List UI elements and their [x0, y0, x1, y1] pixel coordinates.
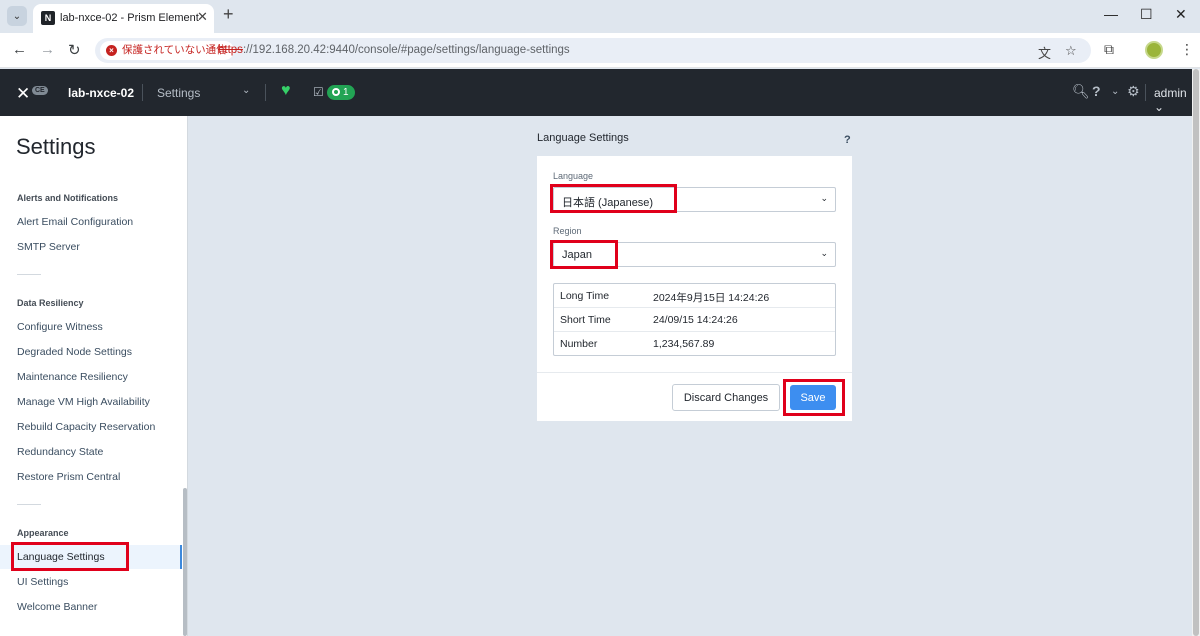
sidebar-divider: [17, 504, 41, 505]
page-title: Settings: [16, 134, 96, 159]
sidebar-group-alerts: Alerts and Notifications: [17, 193, 119, 203]
sidebar-item-ui-settings[interactable]: UI Settings: [0, 570, 182, 594]
health-heart-icon[interactable]: ♥: [281, 82, 291, 100]
browser-tab[interactable]: N lab-nxce-02 - Prism Element ✕: [33, 4, 214, 33]
sidebar-item-rebuild-capacity-reservation[interactable]: Rebuild Capacity Reservation: [0, 415, 182, 439]
star-icon[interactable]: ☆: [1065, 43, 1077, 59]
prism-header: ✕ CE lab-nxce-02 Settings ⌄ ♥ ☑ 1 🔍︎ ? ⌄…: [0, 69, 1192, 116]
task-count: 1: [343, 87, 349, 98]
reload-icon[interactable]: ↻: [68, 41, 81, 59]
browser-toolbar: ← → ↻ × 保護されていない通信 https://192.168.20.42…: [0, 33, 1200, 68]
avatar[interactable]: [1145, 41, 1163, 59]
address-bar[interactable]: × 保護されていない通信 https://192.168.20.42:9440/…: [95, 38, 1091, 63]
help-chevron-down-icon[interactable]: ⌄: [1111, 86, 1119, 97]
cluster-name[interactable]: lab-nxce-02: [68, 86, 134, 100]
url-path: ://192.168.20.42:9440/console/#page/sett…: [242, 44, 570, 56]
header-divider: [265, 84, 266, 101]
user-name: admin: [1154, 86, 1187, 100]
url-scheme: https: [218, 44, 243, 56]
maximize-icon[interactable]: ☐: [1140, 6, 1153, 23]
sidebar-item-smtp-server[interactable]: SMTP Server: [0, 235, 182, 259]
sidebar-item-redundancy-state[interactable]: Redundancy State: [0, 440, 182, 464]
sidebar-group-appearance: Appearance: [17, 528, 69, 538]
preview-label: Number: [560, 338, 598, 350]
region-value: Japan: [562, 249, 592, 261]
minimize-icon[interactable]: —: [1104, 6, 1118, 22]
tab-title: lab-nxce-02 - Prism Element: [60, 12, 199, 24]
sidebar-item-configure-witness[interactable]: Configure Witness: [0, 315, 182, 339]
nutanix-x-logo-icon[interactable]: ✕: [16, 84, 30, 104]
sidebar-item-maintenance-resiliency[interactable]: Maintenance Resiliency: [0, 365, 182, 389]
warning-icon: ×: [106, 45, 117, 56]
ce-badge-icon: CE: [32, 86, 48, 95]
table-row: Short Time 24/09/15 14:24:26: [554, 308, 835, 332]
gear-icon[interactable]: ⚙: [1127, 83, 1140, 100]
help-icon[interactable]: ?: [844, 134, 851, 146]
nav-dropdown-label[interactable]: Settings: [157, 86, 200, 100]
progress-ring-icon: [332, 88, 340, 96]
nutanix-favicon-icon: N: [41, 11, 55, 25]
tab-search-chevron-down-icon[interactable]: ⌄: [7, 6, 27, 26]
panel-title: Language Settings: [537, 132, 629, 144]
task-count-badge[interactable]: 1: [327, 85, 355, 100]
chevron-down-icon: ⌄: [820, 248, 828, 258]
preview-value: 2024年9月15日 14:24:26: [653, 292, 770, 304]
header-divider: [142, 84, 143, 101]
security-label: 保護されていない通信: [122, 44, 227, 56]
forward-arrow-icon[interactable]: →: [40, 41, 55, 58]
preview-label: Long Time: [560, 290, 610, 302]
sidebar-item-alert-email-configuration[interactable]: Alert Email Configuration: [0, 210, 182, 234]
chevron-down-icon: ⌄: [820, 193, 828, 203]
sidebar-group-data-resiliency: Data Resiliency: [17, 298, 84, 308]
close-icon[interactable]: ✕: [197, 9, 208, 25]
user-menu[interactable]: admin ⌄: [1154, 86, 1192, 114]
sidebar-item-restore-prism-central[interactable]: Restore Prism Central: [0, 465, 182, 489]
task-checkbox-icon[interactable]: ☑: [313, 85, 324, 99]
language-settings-card: Language 日本語 (Japanese) ⌄ Region Japan ⌄…: [537, 156, 852, 421]
translate-icon[interactable]: 文: [1038, 43, 1051, 62]
sidebar-item-degraded-node-settings[interactable]: Degraded Node Settings: [0, 340, 182, 364]
not-secure-chip[interactable]: × 保護されていない通信: [100, 41, 234, 60]
format-preview-table: Long Time 2024年9月15日 14:24:26 Short Time…: [553, 283, 836, 356]
language-value: 日本語 (Japanese): [562, 197, 654, 209]
plus-icon[interactable]: +: [223, 4, 234, 25]
card-divider: [537, 372, 852, 373]
page-scrollbar[interactable]: [1192, 69, 1200, 636]
save-button[interactable]: Save: [790, 385, 836, 410]
url-text[interactable]: https://192.168.20.42:9440/console/#page…: [218, 44, 570, 56]
kebab-menu-icon[interactable]: ⋮: [1180, 41, 1194, 58]
sidebar-item-manage-vm-high-availability[interactable]: Manage VM High Availability: [0, 390, 182, 414]
help-icon[interactable]: ?: [1092, 83, 1101, 99]
region-label: Region: [553, 226, 582, 236]
sidebar-item-language-settings[interactable]: Language Settings: [0, 545, 182, 569]
table-row: Number 1,234,567.89: [554, 332, 835, 356]
language-select[interactable]: 日本語 (Japanese) ⌄: [553, 187, 836, 212]
header-divider: [1145, 84, 1146, 101]
browser-tab-bar: ⌄ N lab-nxce-02 - Prism Element ✕ + — ☐ …: [0, 0, 1200, 33]
scrollbar-thumb[interactable]: [1193, 69, 1199, 636]
discard-changes-button[interactable]: Discard Changes: [672, 384, 780, 411]
preview-value: 24/09/15 14:24:26: [653, 314, 738, 326]
language-label: Language: [553, 171, 594, 181]
window-close-icon[interactable]: ✕: [1175, 6, 1187, 23]
puzzle-icon[interactable]: ⧉: [1104, 41, 1114, 58]
settings-sidebar: Settings Alerts and Notifications Alert …: [0, 116, 188, 636]
search-icon[interactable]: 🔍︎: [1072, 83, 1090, 100]
region-select[interactable]: Japan ⌄: [553, 242, 836, 267]
sidebar-divider: [17, 274, 41, 275]
chevron-down-icon[interactable]: ⌄: [242, 85, 250, 96]
back-arrow-icon[interactable]: ←: [12, 41, 27, 58]
sidebar-scrollbar[interactable]: [183, 488, 187, 636]
sidebar-item-welcome-banner[interactable]: Welcome Banner: [0, 595, 182, 619]
preview-value: 1,234,567.89: [653, 338, 715, 350]
table-row: Long Time 2024年9月15日 14:24:26: [554, 284, 835, 308]
preview-label: Short Time: [560, 314, 611, 326]
